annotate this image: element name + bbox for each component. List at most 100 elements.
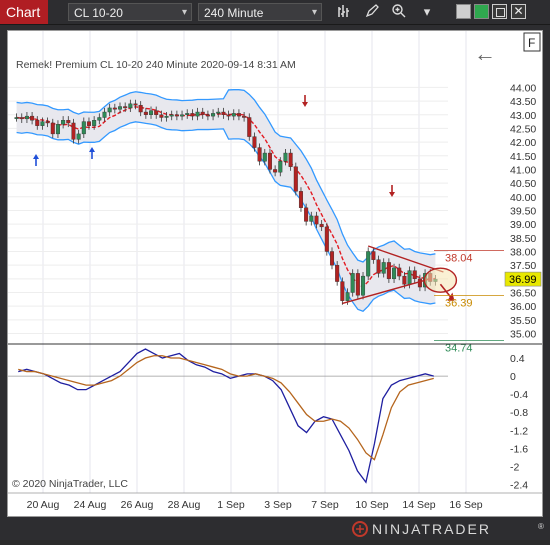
y-tick-label: 36.00 <box>510 301 536 313</box>
x-tick-label: 26 Aug <box>121 499 154 511</box>
bar-chart-icon[interactable] <box>336 3 354 21</box>
brand-name: NINJATRADER <box>372 521 491 537</box>
y-tick-label: 43.00 <box>510 110 536 122</box>
candle-body <box>40 121 45 126</box>
macd-tick-label: -0.8 <box>510 407 528 419</box>
y-tick-label: 36.50 <box>510 288 536 300</box>
window-title[interactable]: Chart <box>0 0 48 24</box>
candle-body <box>319 223 324 228</box>
chevron-down-icon: ▾ <box>181 7 187 18</box>
pencil-icon[interactable] <box>363 3 381 21</box>
candle-body <box>267 152 272 170</box>
y-tick-label: 38.00 <box>510 246 536 258</box>
green-square-icon[interactable] <box>474 4 489 19</box>
macd-tick-label: -1.2 <box>510 425 528 437</box>
candle-body <box>293 166 298 192</box>
candle-body <box>81 121 86 135</box>
candle-body <box>195 111 200 117</box>
interval-selector[interactable]: 240 Minute ▾ <box>198 3 322 21</box>
candle-body <box>24 115 29 120</box>
instrument-selector[interactable]: CL 10-20 ▾ <box>68 3 192 21</box>
candle-body <box>174 114 179 117</box>
back-arrow-icon[interactable]: ← <box>474 41 496 66</box>
macd-tick-label: -2.4 <box>510 479 528 491</box>
candle-body <box>412 270 417 280</box>
y-tick-label: 42.50 <box>510 123 536 135</box>
chevron-down-icon: ▾ <box>311 7 317 18</box>
candle-body <box>112 107 117 110</box>
copyright-text: © 2020 NinjaTrader, LLC <box>12 478 128 490</box>
candle-body <box>128 103 133 109</box>
instrument-value: CL 10-20 <box>74 6 123 20</box>
x-tick-label: 7 Sep <box>311 499 339 511</box>
candle-body <box>205 114 210 117</box>
pattern-ellipse <box>423 267 458 293</box>
y-tick-label: 42.00 <box>510 137 536 149</box>
candle-body <box>231 113 236 117</box>
footer-bar: NINJATRADER ® <box>0 518 550 540</box>
y-tick-label: 39.00 <box>510 219 536 231</box>
candle-body <box>314 215 319 225</box>
candle-body <box>86 121 91 126</box>
chart-panel[interactable]: 20 Aug 24 Aug 26 Aug 28 Aug 1 Sep 3 Sep 7 Sep 1… <box>7 30 543 517</box>
candle-body <box>262 152 267 162</box>
candle-body <box>19 117 24 120</box>
x-tick-label: 3 Sep <box>264 499 292 511</box>
y-tick-label: 39.50 <box>510 205 536 217</box>
chart-header: Remek! Premium CL 10-20 240 Minute 2020-… <box>16 59 296 71</box>
x-tick-label: 20 Aug <box>27 499 60 511</box>
candle-body <box>242 115 247 118</box>
y-tick-label: 37.50 <box>510 260 536 272</box>
candle-body <box>345 292 350 301</box>
brand-mark: ® <box>538 522 544 531</box>
candle-body <box>180 114 185 117</box>
y-tick-label: 43.50 <box>510 96 536 108</box>
x-tick-label: 1 Sep <box>217 499 245 511</box>
candle-body <box>76 133 81 140</box>
candle-body <box>371 251 376 260</box>
candle-body <box>185 113 190 115</box>
interval-value: 240 Minute <box>204 6 264 20</box>
candle-body <box>257 147 262 162</box>
candle-body <box>154 110 159 115</box>
current-price-label: 36.99 <box>509 274 537 286</box>
candle-body <box>376 259 381 274</box>
logo-cross <box>356 525 364 533</box>
candle-body <box>278 161 283 173</box>
chart-canvas[interactable]: 20 Aug 24 Aug 26 Aug 28 Aug 1 Sep 3 Sep 7 Sep 1… <box>8 31 542 516</box>
candle-body <box>221 111 226 115</box>
candle-body <box>117 106 123 110</box>
candle-body <box>340 281 345 301</box>
candle-body <box>123 106 128 109</box>
x-tick-label: 24 Aug <box>74 499 107 511</box>
close-icon[interactable]: ✕ <box>511 4 526 19</box>
f-button-label: F <box>528 36 535 50</box>
lower-level-label: 36.39 <box>445 298 473 310</box>
y-tick-label: 35.50 <box>510 315 536 327</box>
candle-body <box>324 226 329 252</box>
candle-body <box>381 262 386 274</box>
candle-body <box>143 111 148 115</box>
zoom-icon[interactable] <box>390 3 408 21</box>
candle-body <box>288 152 293 167</box>
candle-body <box>138 104 143 113</box>
restore-icon[interactable] <box>492 4 507 19</box>
upper-level-label: 38.04 <box>445 252 473 264</box>
candle-body <box>361 275 366 296</box>
y-tick-label: 40.50 <box>510 178 536 190</box>
candle-body <box>392 267 397 280</box>
y-tick-label: 44.00 <box>510 82 536 94</box>
dropdown-icon[interactable]: ▾ <box>418 3 436 21</box>
candle-body <box>386 262 391 280</box>
candle-body <box>92 120 97 126</box>
gray-square-icon[interactable] <box>456 4 471 19</box>
candle-body <box>107 107 112 113</box>
candle-body <box>45 121 50 124</box>
candle-body <box>169 114 174 117</box>
candle-body <box>164 115 169 118</box>
candle-body <box>211 113 216 117</box>
y-tick-label: 41.50 <box>510 151 536 163</box>
y-tick-label: 41.00 <box>510 164 536 176</box>
candle-body <box>329 251 335 266</box>
candle-body <box>335 264 340 282</box>
